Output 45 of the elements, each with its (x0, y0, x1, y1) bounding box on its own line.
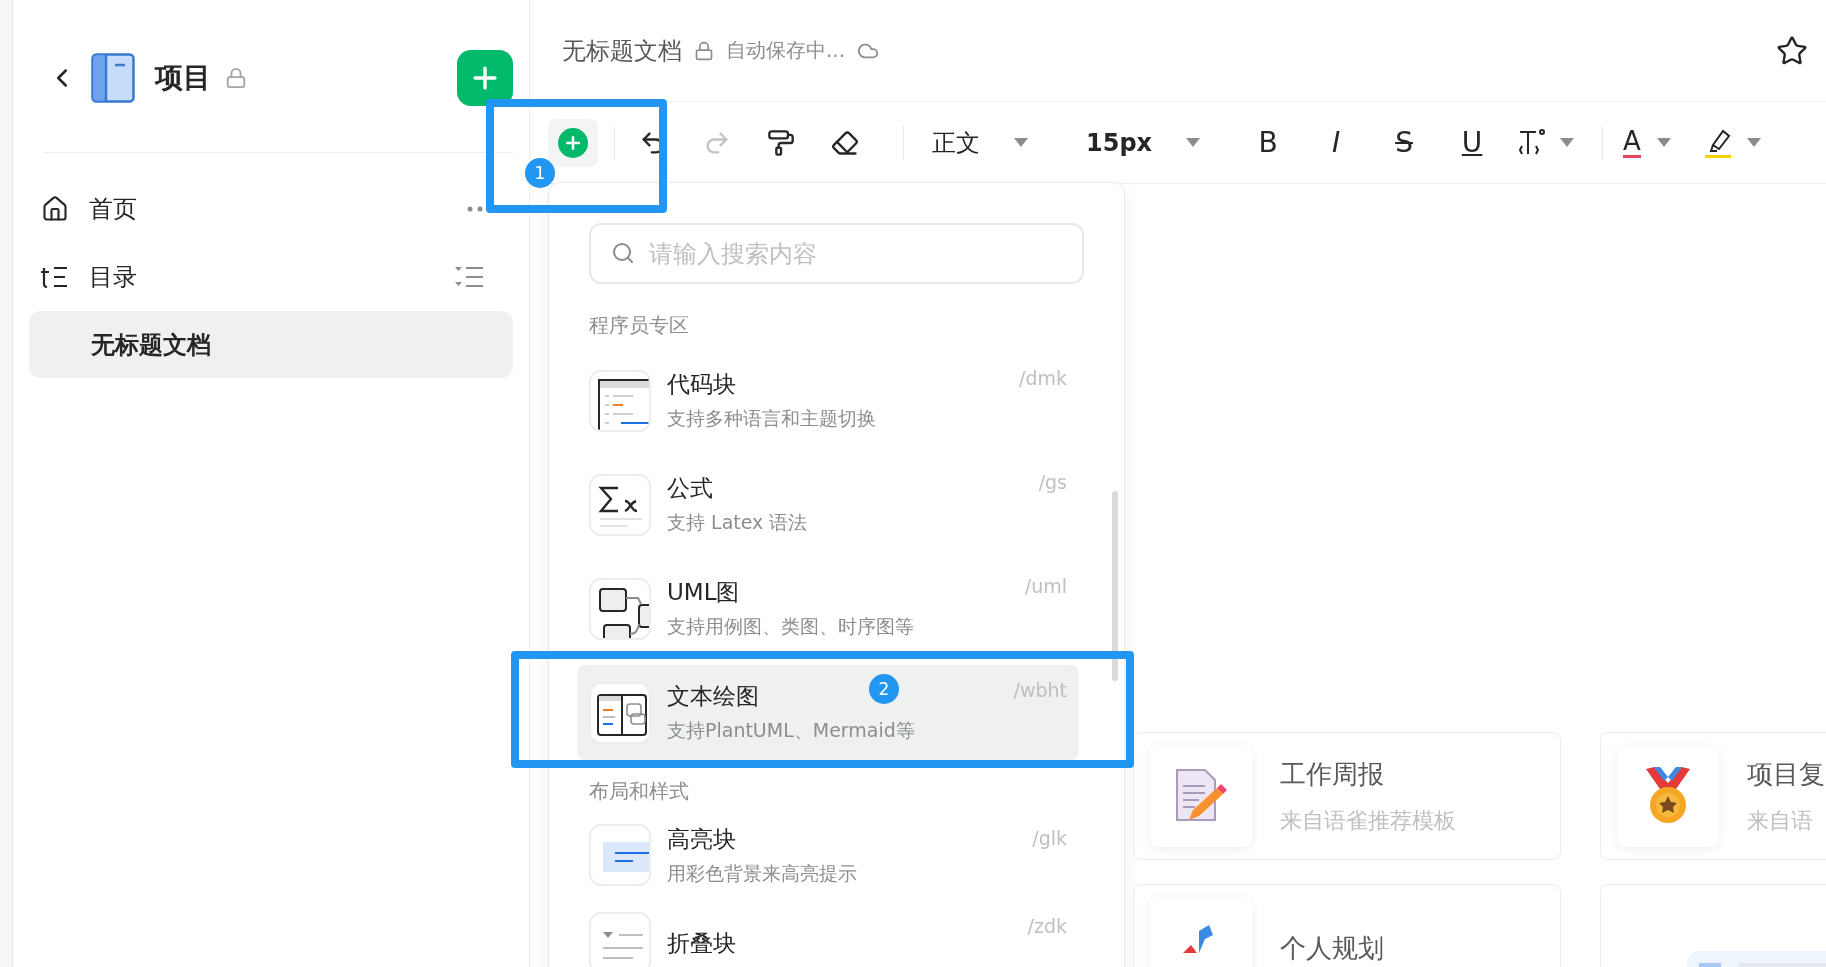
paragraph-style-dropdown[interactable]: 正文 (920, 120, 1040, 165)
section-heading: 布局和样式 (589, 778, 690, 805)
italic-button[interactable]: I (1314, 120, 1359, 165)
nav-item[interactable]: 首页 (89, 193, 447, 225)
menu-item[interactable]: 代码块 支持多种语言和主题切换 /dmk (577, 353, 1079, 448)
strike-button[interactable]: S (1382, 120, 1427, 165)
nav-item[interactable]: 目录 (89, 261, 435, 293)
item-shortcut: /uml (1024, 575, 1067, 597)
menu-item[interactable]: 折叠块 /zdk (577, 901, 1079, 967)
item-title: 文本绘图 (667, 682, 759, 711)
item-shortcut: /dmk (1019, 367, 1067, 389)
menu-item[interactable]: 高亮块 用彩色背景来高亮提示 /glk (577, 813, 1079, 897)
bold-button[interactable]: B (1246, 120, 1291, 165)
item-shortcut: /zdk (1027, 915, 1067, 937)
item-title: 代码块 (667, 370, 736, 399)
item-title: 高亮块 (667, 824, 736, 854)
item-title: 公式 (667, 474, 713, 503)
item-shortcut: /glk (1032, 827, 1067, 849)
template-source: 来自语雀推荐模板 (1280, 806, 1456, 835)
menu-item[interactable]: 公式 支持 Latex 语法 /gs (577, 457, 1079, 552)
item-shortcut: /gs (1038, 471, 1067, 493)
item-description: 用彩色背景来高亮提示 (667, 860, 858, 886)
font-size-dropdown[interactable]: 15px (1074, 120, 1213, 165)
search-field[interactable]: 请输入搜索内容 (589, 223, 1084, 284)
menu-item[interactable]: UML图 支持用例图、类图、时序图等 /uml (577, 561, 1079, 656)
item-description: 支持PlantUML、Mermaid等 (667, 718, 916, 743)
space-title: 项目 (155, 60, 211, 96)
item-title: UML图 (667, 578, 740, 607)
item-description: 支持用例图、类图、时序图等 (667, 614, 915, 639)
save-status: 自动保存中... (726, 37, 846, 64)
template-card[interactable]: 个人规划 (1133, 884, 1561, 967)
section-heading: 程序员专区 (589, 312, 690, 339)
document-title: 无标题文档 (562, 35, 682, 67)
template-title: 项目复 (1747, 757, 1825, 791)
template-source: 来自语 (1747, 806, 1814, 835)
item-description: 支持 Latex 语法 (667, 510, 809, 535)
template-card[interactable]: 工作周报 来自语雀推荐模板 (1133, 732, 1561, 860)
template-card[interactable]: 项目复 来自语 (1600, 732, 1826, 860)
item-title: 折叠块 (667, 928, 736, 958)
item-description: 支持多种语言和主题切换 (667, 406, 877, 431)
template-title: 个人规划 (1280, 931, 1384, 965)
document-item[interactable]: 无标题文档 (29, 311, 513, 378)
underline-button[interactable]: U (1450, 120, 1495, 165)
font-color-button[interactable]: A (1619, 120, 1675, 165)
template-title: 工作周报 (1280, 757, 1385, 791)
